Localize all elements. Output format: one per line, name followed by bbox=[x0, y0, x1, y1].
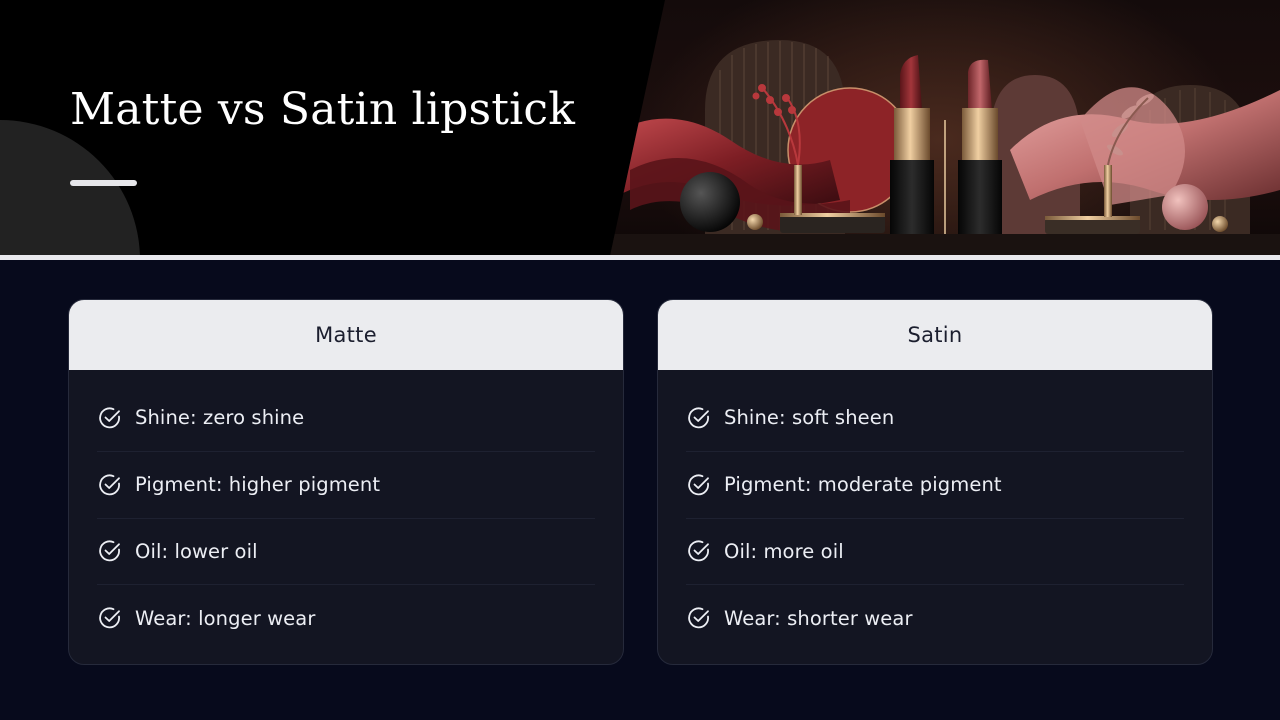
item-text: Pigment: higher pigment bbox=[135, 473, 381, 497]
card-header: Satin bbox=[658, 300, 1212, 370]
check-circle-icon bbox=[688, 540, 709, 562]
page-title: Matte vs Satin lipstick bbox=[70, 84, 576, 135]
matte-card: Matte Shine: zero shine Pigment: higher … bbox=[68, 299, 624, 665]
list-item: Shine: zero shine bbox=[97, 370, 595, 452]
item-text: Shine: soft sheen bbox=[724, 406, 895, 429]
feature-list: Shine: soft sheen Pigment: moderate pigm… bbox=[658, 370, 1212, 652]
check-circle-icon bbox=[688, 407, 709, 428]
item-text: Wear: longer wear bbox=[135, 606, 316, 630]
decorative-circle bbox=[0, 120, 140, 256]
lipstick-illustration bbox=[610, 0, 1280, 256]
feature-list: Shine: zero shine Pigment: higher pigmen… bbox=[69, 370, 623, 652]
list-item: Oil: lower oil bbox=[97, 519, 595, 585]
check-circle-icon bbox=[99, 407, 120, 428]
list-item: Shine: soft sheen bbox=[686, 370, 1184, 452]
list-item: Wear: longer wear bbox=[97, 585, 595, 652]
item-text: Wear: shorter wear bbox=[724, 606, 913, 630]
check-circle-icon bbox=[688, 474, 709, 495]
item-text: Oil: lower oil bbox=[135, 539, 258, 563]
header-divider bbox=[0, 255, 1280, 260]
card-heading: Satin bbox=[907, 323, 963, 347]
list-item: Pigment: moderate pigment bbox=[686, 452, 1184, 519]
list-item: Pigment: higher pigment bbox=[97, 452, 595, 519]
item-text: Pigment: moderate pigment bbox=[724, 473, 1002, 497]
card-heading: Matte bbox=[315, 323, 377, 347]
list-item: Oil: more oil bbox=[686, 519, 1184, 585]
check-circle-icon bbox=[99, 540, 120, 562]
header-banner: Matte vs Satin lipstick bbox=[0, 0, 1280, 256]
list-item: Wear: shorter wear bbox=[686, 585, 1184, 652]
check-circle-icon bbox=[688, 607, 709, 629]
title-underline bbox=[70, 180, 137, 186]
item-text: Oil: more oil bbox=[724, 539, 844, 563]
satin-card: Satin Shine: soft sheen Pigment: moderat… bbox=[657, 299, 1213, 665]
check-circle-icon bbox=[99, 474, 120, 495]
item-text: Shine: zero shine bbox=[135, 406, 305, 429]
card-header: Matte bbox=[69, 300, 623, 370]
check-circle-icon bbox=[99, 607, 120, 629]
